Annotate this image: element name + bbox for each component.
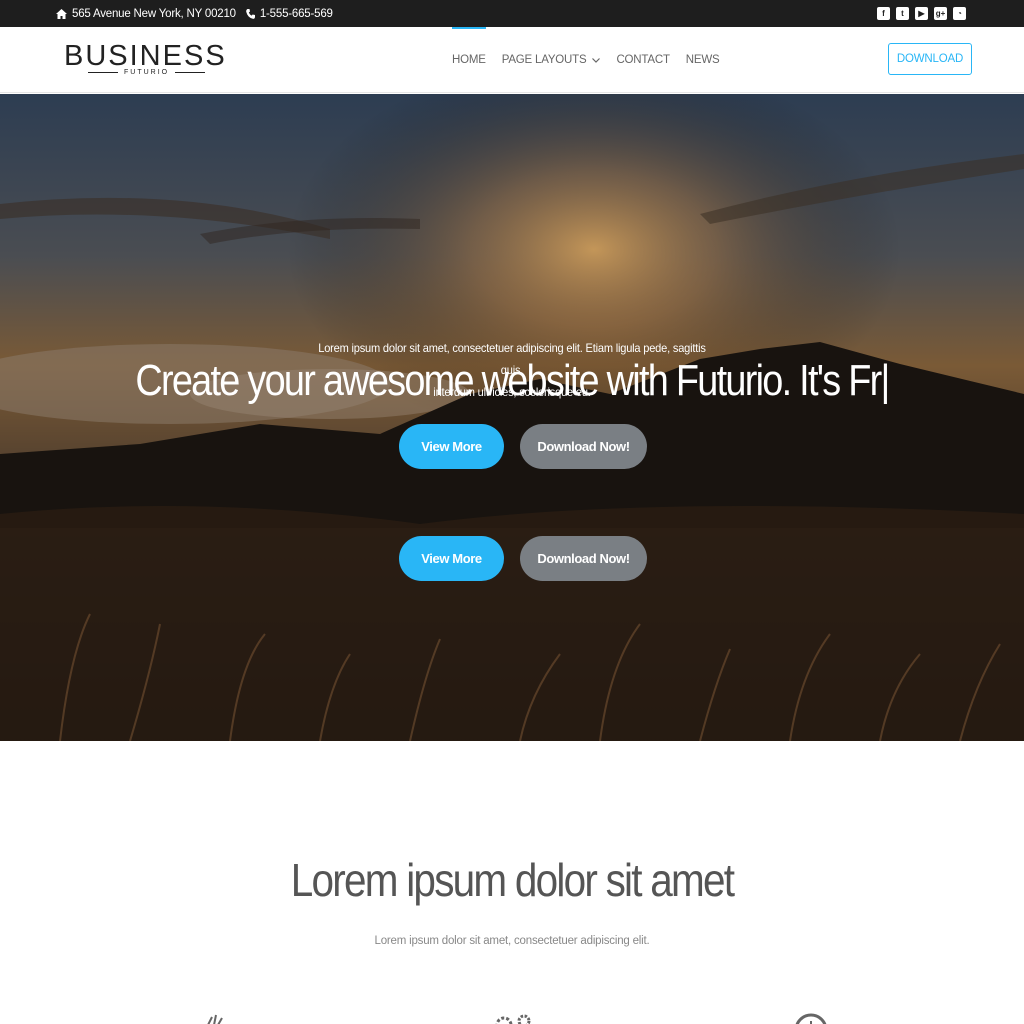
logo-line-left xyxy=(88,72,118,73)
features-section: Lorem ipsum dolor sit amet Lorem ipsum d… xyxy=(0,741,1024,1024)
gears-icon xyxy=(495,1014,531,1024)
chevron-down-icon xyxy=(592,57,601,63)
top-info-bar: 565 Avenue New York, NY 00210 1-555-665-… xyxy=(0,0,1024,27)
hero-banner: Create your awesome website with Futurio… xyxy=(0,94,1024,741)
main-nav: HOME PAGE LAYOUTS CONTACT NEWS xyxy=(452,27,735,93)
nav-news[interactable]: NEWS xyxy=(686,27,720,93)
section-description: Lorem ipsum dolor sit amet, consectetuer… xyxy=(374,935,650,947)
view-more-button[interactable]: View More xyxy=(399,424,504,469)
view-more-button-duplicate[interactable]: View More xyxy=(399,536,504,581)
nav-contact[interactable]: CONTACT xyxy=(616,27,670,93)
download-button[interactable]: DOWNLOAD xyxy=(888,43,972,75)
nav-news-label: NEWS xyxy=(685,54,720,66)
nav-home-label: HOME xyxy=(452,54,486,66)
logo-line-right xyxy=(175,72,206,73)
youtube-icon[interactable]: ▶ xyxy=(915,7,928,20)
logo-sub-text: FUTURIO xyxy=(124,69,170,76)
facebook-icon[interactable]: f xyxy=(877,7,890,20)
home-icon xyxy=(56,8,67,19)
hero-subtext: Lorem ipsum dolor sit amet, consectetuer… xyxy=(310,337,715,403)
phone-item[interactable]: 1-555-665-569 xyxy=(246,8,333,20)
social-links: f t ▶ g+ ◔ xyxy=(871,7,966,20)
nav-contact-label: CONTACT xyxy=(616,54,670,66)
phone-text: 1-555-665-569 xyxy=(259,7,333,20)
phone-icon xyxy=(246,8,255,19)
clock-icon xyxy=(795,1013,827,1024)
rss-icon[interactable]: ◔ xyxy=(953,7,966,20)
hero-subtext-line2: interdum ultricies, scelerisque eu. xyxy=(433,385,591,399)
hero-subtext-line1: Lorem ipsum dolor sit amet, consectetuer… xyxy=(318,341,706,377)
logo-main-text: BUSINESS xyxy=(64,40,227,72)
site-header: BUSINESS FUTURIO HOME PAGE LAYOUTS CONTA… xyxy=(0,27,1024,93)
hero-background-image xyxy=(0,94,1024,741)
twitter-icon[interactable]: t xyxy=(896,7,909,20)
logo-sub-row: FUTURIO xyxy=(88,69,206,76)
address-item: 565 Avenue New York, NY 00210 xyxy=(56,8,236,20)
google-plus-icon[interactable]: g+ xyxy=(934,7,947,20)
download-now-button[interactable]: Download Now! xyxy=(520,424,647,469)
contact-info: 565 Avenue New York, NY 00210 1-555-665-… xyxy=(56,0,343,27)
site-logo[interactable]: BUSINESS FUTURIO xyxy=(64,41,226,81)
download-now-button-duplicate[interactable]: Download Now! xyxy=(520,536,647,581)
nav-page-layouts-label: PAGE LAYOUTS xyxy=(501,54,587,66)
leaf-icon xyxy=(207,1014,223,1024)
nav-home[interactable]: HOME xyxy=(452,27,486,93)
section-title: Lorem ipsum dolor sit amet xyxy=(290,854,735,906)
address-text: 565 Avenue New York, NY 00210 xyxy=(72,7,236,20)
nav-page-layouts[interactable]: PAGE LAYOUTS xyxy=(502,27,601,93)
